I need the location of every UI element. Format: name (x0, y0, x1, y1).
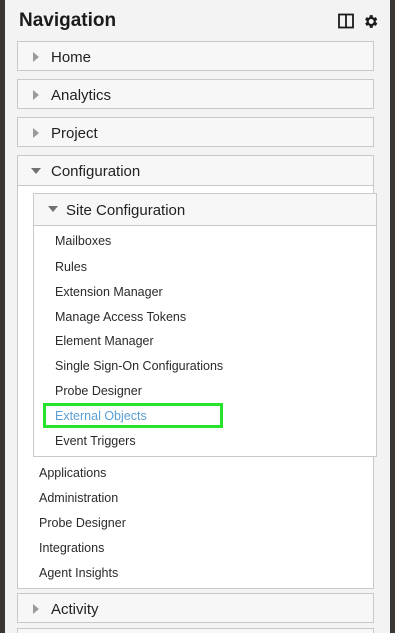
chevron-right-icon (33, 128, 39, 138)
next-section-edge (17, 628, 374, 633)
chevron-right-icon (33, 90, 39, 100)
section-home[interactable]: Home (17, 41, 374, 71)
nav-link-element-manager[interactable]: Element Manager (55, 334, 154, 348)
section-project[interactable]: Project (17, 117, 374, 147)
nav-link-integrations[interactable]: Integrations (39, 541, 104, 555)
nav-link-single-sign-on-configurations[interactable]: Single Sign-On Configurations (55, 359, 223, 373)
panel-title: Navigation (19, 10, 117, 31)
subsection-site-configuration[interactable]: Site Configuration (33, 193, 377, 226)
chevron-down-icon (48, 206, 58, 212)
nav-link-event-triggers[interactable]: Event Triggers (55, 434, 136, 448)
section-analytics[interactable]: Analytics (17, 79, 374, 109)
nav-link-agent-insights[interactable]: Agent Insights (39, 566, 118, 580)
nav-link-probe-designer[interactable]: Probe Designer (55, 384, 142, 398)
nav-link-administration[interactable]: Administration (39, 491, 118, 505)
split-panel-icon[interactable] (338, 13, 354, 34)
chevron-right-icon (33, 52, 39, 62)
selection-highlight (43, 403, 223, 428)
nav-link-extension-manager[interactable]: Extension Manager (55, 285, 163, 299)
nav-link-manage-access-tokens[interactable]: Manage Access Tokens (55, 310, 186, 324)
section-label: Configuration (51, 163, 141, 180)
chevron-down-icon (31, 168, 41, 174)
section-label: Home (51, 49, 92, 66)
section-label: Activity (51, 601, 99, 618)
gear-icon[interactable] (362, 13, 379, 35)
section-configuration[interactable]: Configuration (17, 155, 374, 186)
navigation-panel: Navigation Home Analytics Project Config… (5, 0, 390, 633)
subsection-label: Site Configuration (66, 202, 186, 219)
section-activity[interactable]: Activity (17, 593, 374, 623)
section-label: Analytics (51, 87, 112, 104)
nav-link-applications[interactable]: Applications (39, 466, 106, 480)
section-label: Project (51, 125, 98, 142)
chevron-right-icon (33, 604, 39, 614)
nav-link-mailboxes[interactable]: Mailboxes (55, 234, 111, 248)
nav-link-rules[interactable]: Rules (55, 260, 87, 274)
nav-link-probe-designer-2[interactable]: Probe Designer (39, 516, 126, 530)
